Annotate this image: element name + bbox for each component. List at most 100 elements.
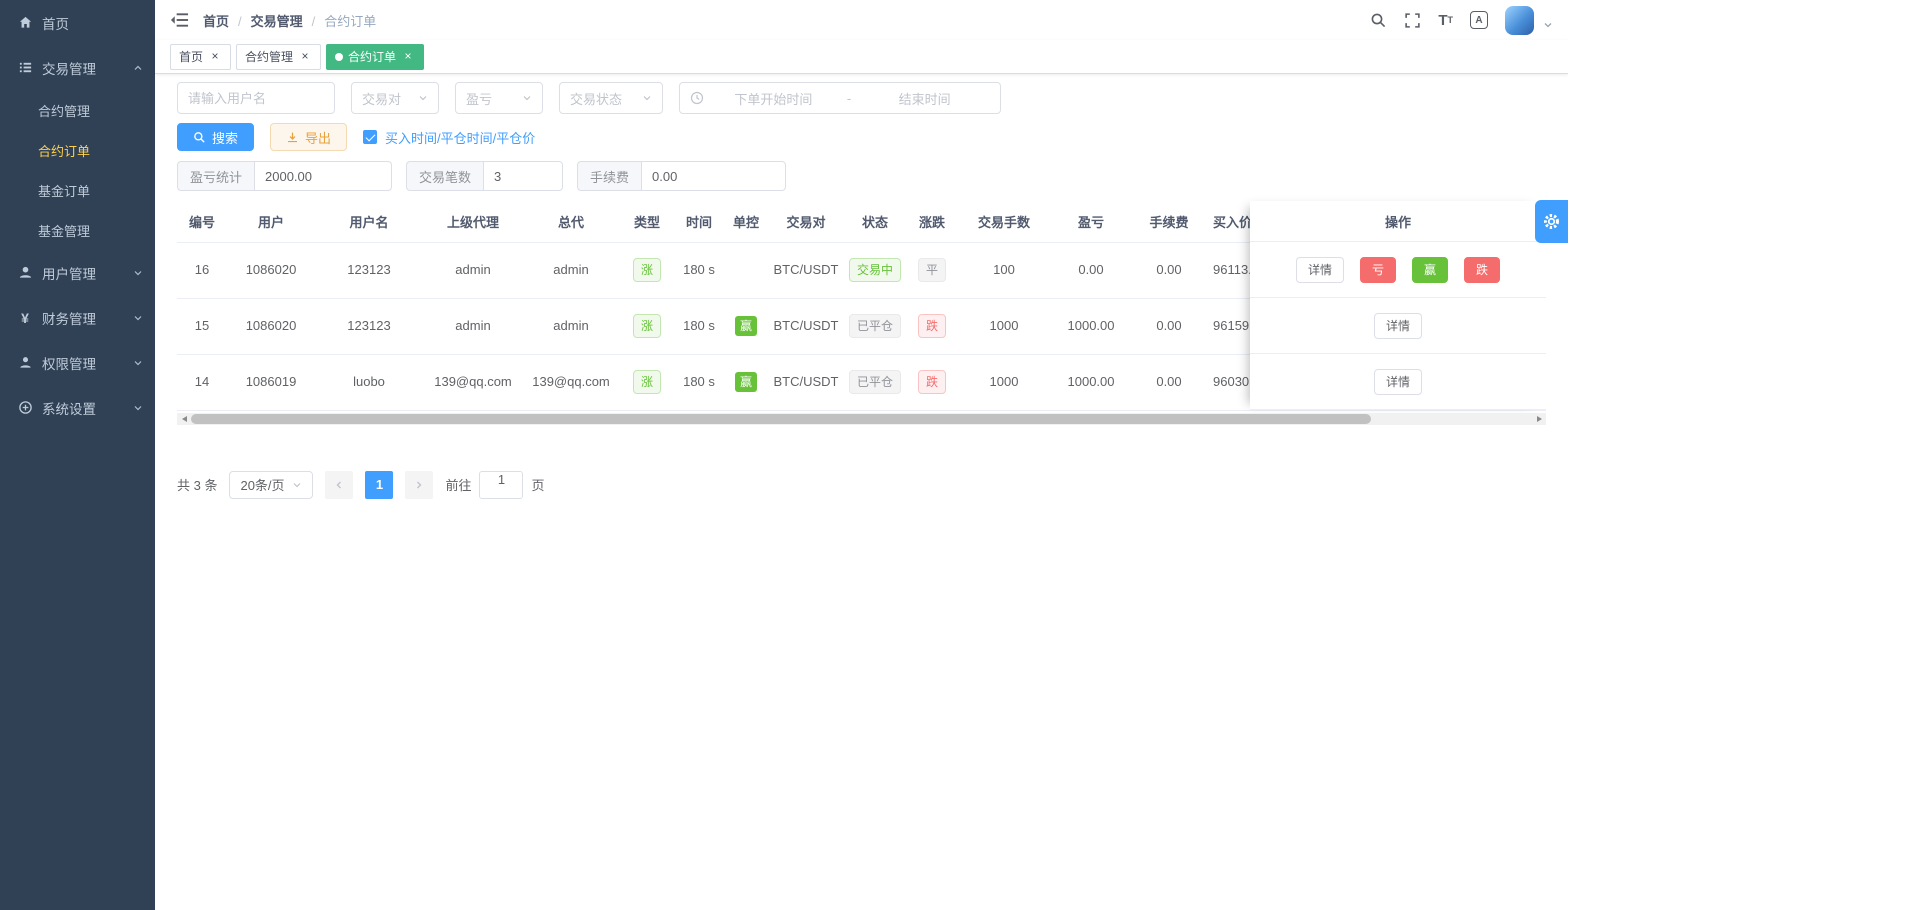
font-size-icon[interactable]: TT xyxy=(1438,13,1453,28)
tab-home[interactable]: 首页 xyxy=(170,44,231,70)
clock-icon xyxy=(690,91,704,105)
date-range-picker[interactable]: 下单开始时间 - 结束时间 xyxy=(679,82,1001,114)
sidebar-toggle-icon[interactable] xyxy=(170,12,189,28)
goto-page-group: 前往 页 xyxy=(445,471,544,499)
cell-type: 涨 xyxy=(619,354,675,410)
date-start-placeholder: 下单开始时间 xyxy=(708,89,839,108)
fall-button[interactable]: 跌 xyxy=(1464,257,1500,283)
page-number-button[interactable]: 1 xyxy=(365,471,393,499)
settings-fab[interactable] xyxy=(1535,200,1568,243)
submenu-item-label: 合约订单 xyxy=(38,141,90,160)
col-header: 用户 xyxy=(227,201,315,242)
username-input[interactable] xyxy=(188,91,324,106)
cell-agent: admin xyxy=(423,298,523,354)
cell-time: 180 s xyxy=(675,298,723,354)
detail-button[interactable]: 详情 xyxy=(1296,257,1344,283)
header-actions: TT xyxy=(1370,6,1553,35)
sidebar-item-label: 财务管理 xyxy=(42,308,133,328)
chevron-down-icon xyxy=(133,313,143,323)
finance-icon: ¥ xyxy=(17,310,33,326)
cell-username: luobo xyxy=(315,354,423,410)
user-menu-caret-icon[interactable] xyxy=(1543,10,1553,30)
cell-id: 16 xyxy=(177,242,227,298)
status-tag: 交易中 xyxy=(849,258,901,282)
scrollbar-thumb[interactable] xyxy=(191,414,1371,424)
tab-contract-manage[interactable]: 合约管理 xyxy=(236,44,321,70)
breadcrumb-trade[interactable]: 交易管理 xyxy=(251,11,325,30)
stat-value: 2000.00 xyxy=(254,161,392,191)
cell-fee: 0.00 xyxy=(1131,354,1207,410)
col-header: 类型 xyxy=(619,201,675,242)
page-size-value: 20条/页 xyxy=(240,475,284,494)
cell-time: 180 s xyxy=(675,354,723,410)
username-field-wrap xyxy=(177,82,335,114)
cell-profit: 0.00 xyxy=(1051,242,1131,298)
scroll-right-arrow-icon[interactable] xyxy=(1532,413,1546,425)
status-tag: 已平仓 xyxy=(849,370,901,394)
home-icon xyxy=(17,15,33,31)
close-icon[interactable] xyxy=(401,50,415,64)
submenu-item-label: 基金订单 xyxy=(38,181,90,200)
stat-value: 0.00 xyxy=(641,161,786,191)
cell-lots: 1000 xyxy=(957,354,1051,410)
detail-button[interactable]: 详情 xyxy=(1374,313,1422,339)
cell-status: 已平仓 xyxy=(843,354,907,410)
horizontal-scrollbar[interactable] xyxy=(177,413,1546,425)
breadcrumb-home[interactable]: 首页 xyxy=(203,11,251,30)
cell-master: admin xyxy=(523,298,619,354)
sidebar-item-contract-manage[interactable]: 合约管理 xyxy=(0,90,155,130)
pnl-select[interactable]: 盈亏 xyxy=(455,82,543,114)
trade-icon xyxy=(17,60,33,76)
chevron-down-icon xyxy=(133,358,143,368)
date-separator: - xyxy=(843,91,855,106)
search-icon[interactable] xyxy=(1370,12,1387,29)
col-header: 总代 xyxy=(523,201,619,242)
settings-icon xyxy=(17,400,33,416)
sidebar-item-fund-manage[interactable]: 基金管理 xyxy=(0,210,155,250)
pair-select[interactable]: 交易对 xyxy=(351,82,439,114)
avatar[interactable] xyxy=(1505,6,1534,35)
total-count-label: 共 3 条 xyxy=(177,475,217,494)
next-page-button[interactable] xyxy=(405,471,433,499)
close-icon[interactable] xyxy=(208,50,222,64)
prev-page-button[interactable] xyxy=(325,471,353,499)
sidebar-item-fund-orders[interactable]: 基金订单 xyxy=(0,170,155,210)
language-icon[interactable] xyxy=(1470,11,1488,29)
cell-user: 1086019 xyxy=(227,354,315,410)
sidebar-item-users[interactable]: 用户管理 xyxy=(0,250,155,295)
page-unit-label: 页 xyxy=(531,475,544,494)
sidebar-item-settings[interactable]: 系统设置 xyxy=(0,385,155,430)
sidebar-item-trade[interactable]: 交易管理 xyxy=(0,45,155,90)
sidebar-item-home[interactable]: 首页 xyxy=(0,0,155,45)
status-select[interactable]: 交易状态 xyxy=(559,82,663,114)
col-header: 涨跌 xyxy=(907,201,957,242)
active-tab-dot xyxy=(335,53,343,61)
fullscreen-icon[interactable] xyxy=(1404,12,1421,29)
win-button[interactable]: 赢 xyxy=(1412,257,1448,283)
scrollbar-track[interactable] xyxy=(191,413,1532,425)
page-size-select[interactable]: 20条/页 xyxy=(229,471,313,499)
cell-username: 123123 xyxy=(315,298,423,354)
sidebar-item-contract-orders[interactable]: 合约订单 xyxy=(0,130,155,170)
goto-page-input[interactable] xyxy=(480,472,522,487)
stat-label: 盈亏统计 xyxy=(177,161,254,191)
scroll-left-arrow-icon[interactable] xyxy=(177,413,191,425)
sidebar-item-finance[interactable]: ¥ 财务管理 xyxy=(0,295,155,340)
close-icon[interactable] xyxy=(298,50,312,64)
sidebar-item-label: 权限管理 xyxy=(42,353,133,373)
loss-button[interactable]: 亏 xyxy=(1360,257,1396,283)
breadcrumb: 首页 交易管理 合约订单 xyxy=(203,11,376,30)
sidebar: 首页 交易管理 合约管理 合约订单 基金订单 基金管理 xyxy=(0,0,155,910)
goto-label: 前往 xyxy=(445,475,471,494)
tab-contract-orders[interactable]: 合约订单 xyxy=(326,44,424,70)
stat-label: 手续费 xyxy=(577,161,641,191)
sidebar-item-permissions[interactable]: 权限管理 xyxy=(0,340,155,385)
select-placeholder: 交易对 xyxy=(362,89,401,108)
select-placeholder: 盈亏 xyxy=(466,89,492,108)
stat-fee-total: 手续费 0.00 xyxy=(577,161,786,191)
time-columns-checkbox[interactable]: 买入时间/平仓时间/平仓价 xyxy=(363,128,535,147)
detail-button[interactable]: 详情 xyxy=(1374,369,1422,395)
search-button[interactable]: 搜索 xyxy=(177,123,254,151)
export-button[interactable]: 导出 xyxy=(270,123,347,151)
export-button-label: 导出 xyxy=(305,128,331,147)
